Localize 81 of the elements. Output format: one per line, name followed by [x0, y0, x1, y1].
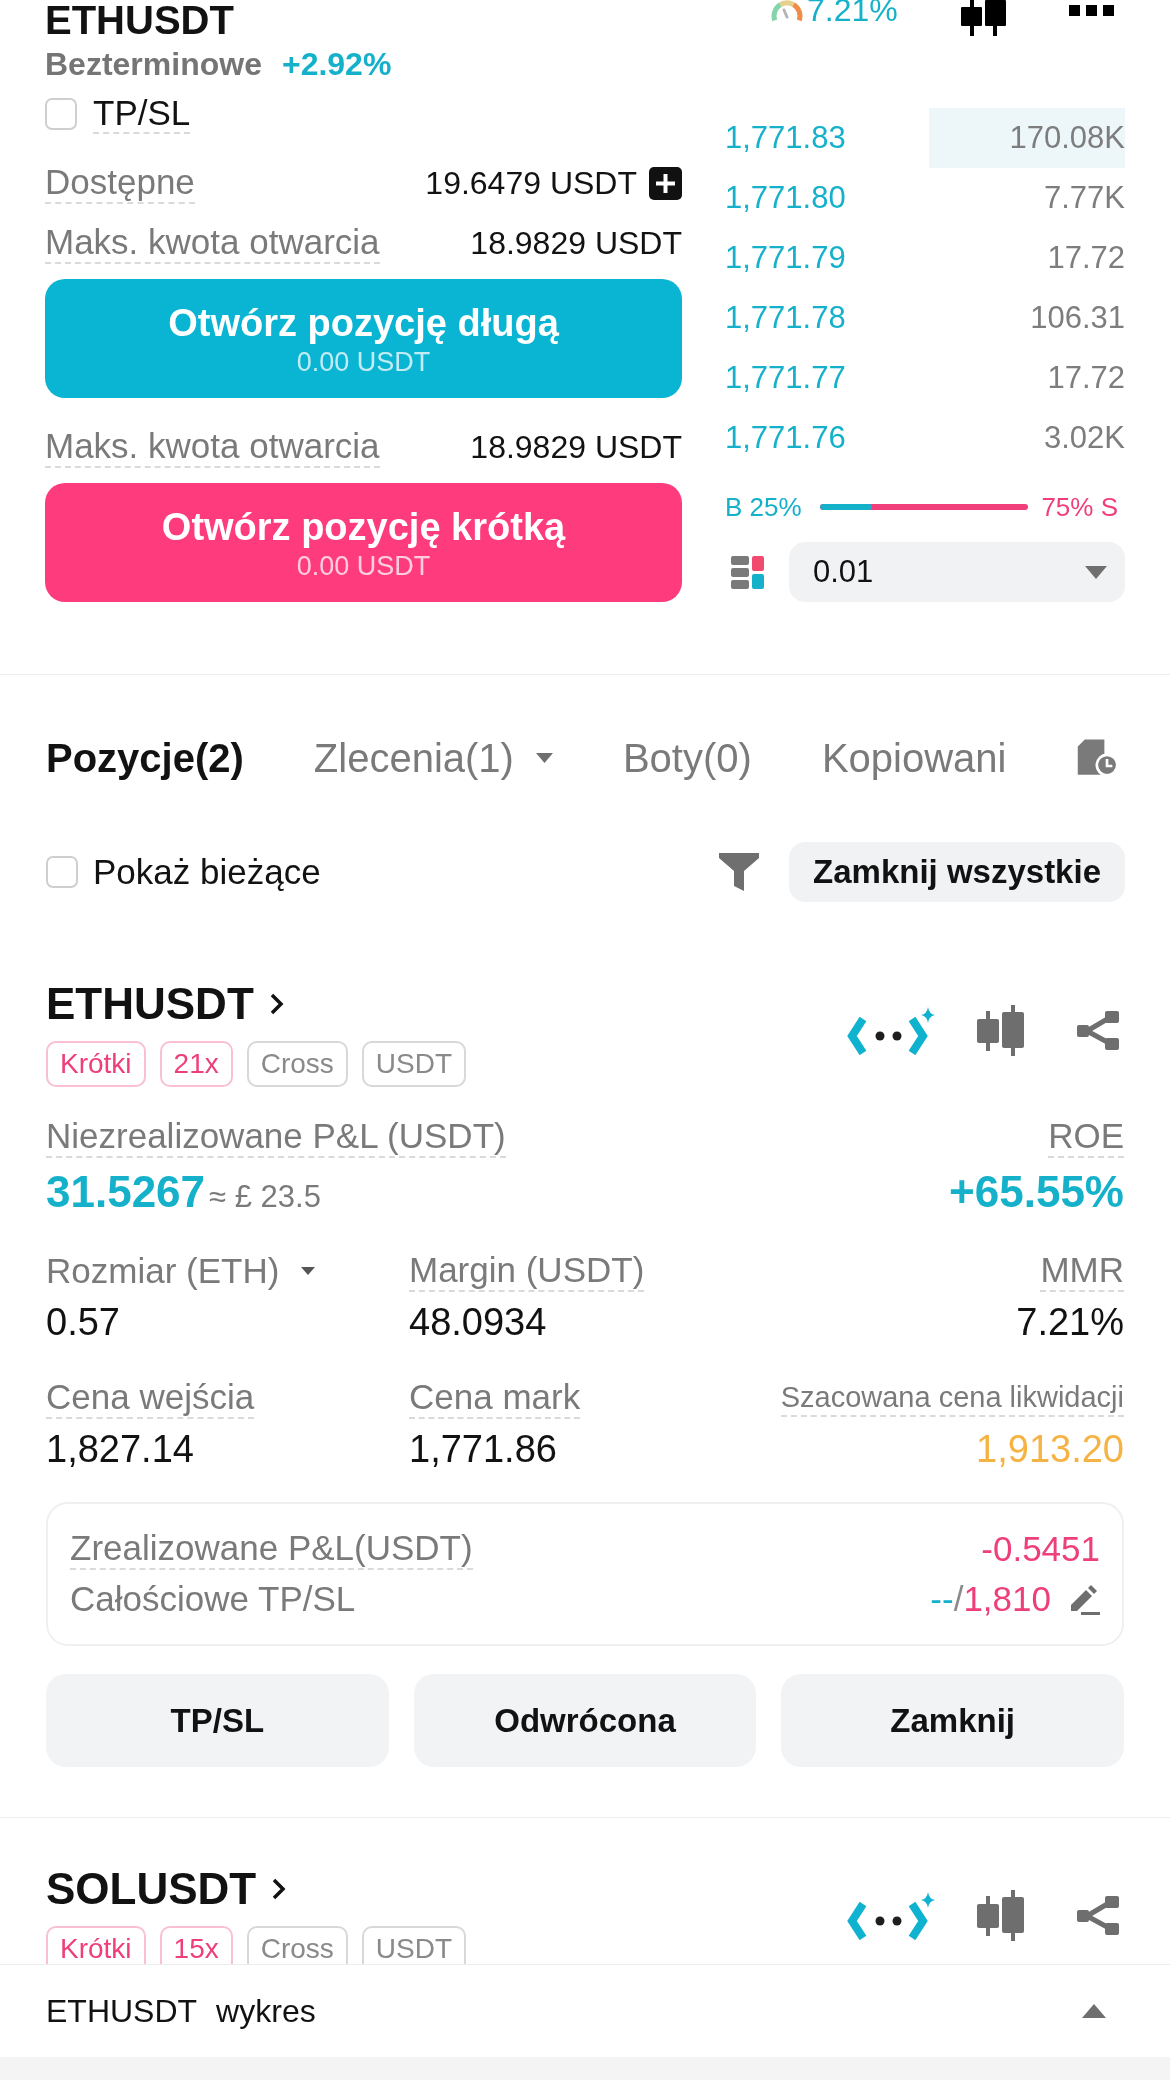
caret-down-icon	[535, 753, 553, 763]
contract-type-label: Bezterminowe	[45, 46, 262, 82]
position-tag: USDT	[361, 1041, 467, 1087]
chevron-right-icon[interactable]	[269, 993, 284, 1015]
stat-value: 48.0934	[409, 1300, 547, 1345]
close-position-button[interactable]: Zamknij	[781, 1674, 1124, 1767]
tab[interactable]: Kopiowani	[821, 734, 1007, 782]
order-price[interactable]: 1,771.77	[725, 359, 846, 397]
more-icon[interactable]	[1069, 5, 1114, 16]
unrealized-pnl-value: 31.5267	[46, 1167, 206, 1217]
order-price[interactable]: 1,771.83	[725, 119, 846, 157]
order-quantity: 7.77K	[1044, 179, 1125, 217]
tpsl-summary-label: Całościowe TP/SL	[70, 1579, 356, 1619]
realized-pnl-label: Zrealizowane P&L(USDT)	[70, 1528, 473, 1570]
sell-ratio-text: 75% S	[1041, 491, 1118, 523]
stat-value: 1,771.86	[409, 1427, 557, 1472]
price-change-text: +2.92%	[281, 46, 392, 82]
share-icon[interactable]	[1077, 1011, 1119, 1050]
order-quantity: 106.31	[1030, 299, 1125, 337]
stat-label: Margin (USDT)	[409, 1250, 645, 1292]
max-open-label: Maks. kwota otwarcia	[45, 222, 380, 264]
caret-down-icon[interactable]	[301, 1267, 316, 1275]
share-icon[interactable]	[1077, 1896, 1119, 1935]
position-tag: Krótki	[46, 1041, 146, 1087]
available-label: Dostępne	[45, 162, 195, 204]
stat-value: 1,827.14	[46, 1427, 194, 1472]
filter-icon[interactable]	[719, 853, 760, 891]
realized-pnl-value: -0.5451	[981, 1529, 1100, 1569]
roe-value: +65.55%	[949, 1167, 1124, 1217]
tab[interactable]: Pozycje(2)	[46, 734, 244, 782]
max-open-label: Maks. kwota otwarcia	[45, 426, 380, 468]
available-balance: 19.6479 USDT	[425, 164, 637, 203]
order-price[interactable]: 1,771.80	[725, 179, 846, 217]
fiat-value: ≈ £ 23.5	[209, 1178, 321, 1216]
caret-up-icon[interactable]	[1082, 2004, 1106, 2018]
precision-dropdown[interactable]: 0.01	[789, 542, 1125, 602]
blocks-grid-icon[interactable]	[731, 555, 764, 589]
order-quantity: 170.08K	[1009, 119, 1125, 157]
pair-title: ETHUSDT	[45, 0, 234, 40]
chevron-right-icon[interactable]	[272, 1878, 287, 1900]
open-short-button[interactable]: Otwórz pozycję krótką 0.00 USDT	[45, 483, 682, 602]
stat-value: 1,913.20	[976, 1427, 1124, 1472]
stat-label: MMR	[1040, 1250, 1124, 1292]
position-tag: 21x	[159, 1041, 233, 1087]
checkbox[interactable]	[45, 98, 77, 130]
caret-down-icon	[1085, 565, 1107, 579]
tpsl-button[interactable]: TP/SL	[46, 1674, 389, 1767]
max-open-amount: 18.9829 USDT	[470, 428, 682, 467]
order-price[interactable]: 1,771.79	[725, 239, 846, 277]
order-price[interactable]: 1,771.76	[725, 419, 846, 457]
stat-value: 0.57	[46, 1300, 120, 1345]
unrealized-pnl-label: Niezrealizowane P&L (USDT)	[46, 1116, 506, 1158]
plus-icon[interactable]	[649, 166, 682, 200]
order-price[interactable]: 1,771.78	[725, 299, 846, 337]
tpsl-label: TP/SL	[93, 94, 191, 134]
roe-label: ROE	[1048, 1116, 1124, 1158]
stat-label: Cena wejścia	[46, 1377, 255, 1419]
order-quantity: 17.72	[1047, 359, 1125, 397]
close-all-button[interactable]: Zamknij wszystkie	[789, 842, 1125, 902]
position-symbol[interactable]: SOLUSDT	[46, 1864, 257, 1914]
candlestick-icon[interactable]	[961, 0, 1006, 36]
tpsl-summary-value: --/1,810	[930, 1579, 1051, 1619]
chart-label[interactable]: wykres	[216, 1991, 316, 2031]
position-tag: Cross	[246, 1041, 348, 1087]
stat-label: Rozmiar (ETH)	[46, 1251, 280, 1291]
gauge-icon	[770, 0, 804, 23]
open-long-button[interactable]: Otwórz pozycję długą 0.00 USDT	[45, 279, 682, 398]
buy-ratio-text: B 25%	[725, 491, 802, 523]
stat-label: Szacowana cena likwidacji	[780, 1379, 1124, 1417]
order-quantity: 17.72	[1047, 239, 1125, 277]
position-symbol[interactable]: ETHUSDT	[46, 979, 254, 1029]
chart-symbol[interactable]: ETHUSDT	[46, 1991, 198, 2031]
tab[interactable]: Boty(0)	[622, 734, 752, 782]
show-current-label: Pokaż bieżące	[93, 852, 321, 892]
tab[interactable]: Zlecenia(1)	[313, 734, 553, 782]
max-open-amount: 18.9829 USDT	[470, 224, 682, 263]
order-quantity: 3.02K	[1044, 419, 1125, 457]
stat-value: 7.21%	[1016, 1300, 1124, 1345]
checkbox[interactable]	[46, 856, 78, 888]
reverse-button[interactable]: Odwrócona	[413, 1674, 757, 1767]
stat-label: Cena mark	[409, 1377, 581, 1419]
